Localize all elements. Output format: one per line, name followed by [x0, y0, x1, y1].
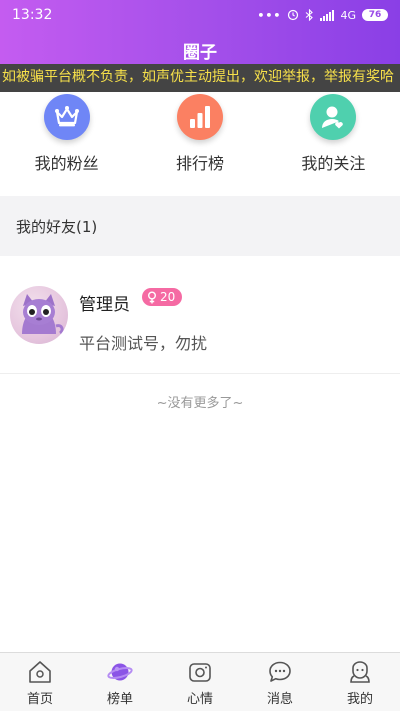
home-icon — [29, 661, 51, 683]
bluetooth-icon — [306, 9, 314, 21]
status-icons: ••• 4G 76 — [257, 9, 388, 22]
quick-link-label: 我的关注 — [301, 154, 366, 173]
friend-name: 管理员 — [79, 295, 130, 315]
friend-signature: 平台测试号，勿扰 — [79, 334, 208, 353]
tab-ranking[interactable]: 榜单 — [80, 653, 160, 711]
planet-icon — [107, 663, 133, 681]
quick-link-following[interactable]: 我的关注 — [267, 92, 400, 196]
network-type: 4G — [340, 8, 356, 22]
female-icon — [148, 291, 156, 303]
quick-link-fans[interactable]: 我的粉丝 — [0, 92, 133, 196]
signal-icon — [320, 9, 335, 21]
quick-link-label: 排行榜 — [175, 154, 224, 173]
alarm-icon — [288, 9, 299, 21]
list-item[interactable]: 管理员 20 平台测试号，勿扰 — [0, 256, 400, 374]
tab-label: 我的 — [346, 692, 373, 707]
notice-text: 如被骗平台概不负责，如声优主动提出，欢迎举报，举报有奖哈 — [2, 69, 394, 85]
bar-chart-icon — [176, 94, 223, 140]
chat-icon — [269, 661, 291, 682]
tab-mood[interactable]: 心情 — [160, 653, 240, 711]
quick-link-label: 我的粉丝 — [34, 154, 99, 173]
page-title: 圈子 — [183, 43, 217, 63]
gender-level-badge: 20 — [142, 288, 183, 306]
tab-label: 消息 — [266, 692, 293, 707]
avatar — [10, 286, 68, 344]
badge-value: 20 — [160, 290, 176, 304]
status-bar: 13:32 ••• 4G 76 — [0, 0, 400, 30]
app-header: 13:32 ••• 4G 76 圈子 — [0, 0, 400, 64]
user-heart-icon — [310, 94, 357, 140]
crown-icon — [43, 94, 90, 140]
profile-icon — [350, 661, 370, 683]
camera-icon — [189, 663, 211, 682]
tab-messages[interactable]: 消息 — [240, 653, 320, 711]
tab-mine[interactable]: 我的 — [320, 653, 400, 711]
more-dots-icon: ••• — [257, 8, 282, 22]
battery-icon: 76 — [362, 9, 388, 21]
notice-marquee: 如被骗平台概不负责，如声优主动提出，欢迎举报，举报有奖哈 — [0, 64, 400, 92]
quick-link-ranking[interactable]: 排行榜 — [133, 92, 266, 196]
bottom-tab-bar: 首页 榜单 心情 消息 我的 — [0, 652, 400, 711]
tab-label: 榜单 — [106, 692, 133, 707]
tab-label: 首页 — [26, 692, 53, 707]
status-time: 13:32 — [12, 7, 53, 23]
friends-section-header: 我的好友(1) — [0, 196, 400, 256]
tab-label: 心情 — [186, 692, 213, 707]
quick-links: 我的粉丝 排行榜 我的关注 — [0, 92, 400, 196]
battery-level: 76 — [368, 10, 382, 20]
section-title: 我的好友(1) — [16, 217, 98, 236]
tab-home[interactable]: 首页 — [0, 653, 80, 711]
list-end-text: ~没有更多了~ — [156, 396, 244, 411]
